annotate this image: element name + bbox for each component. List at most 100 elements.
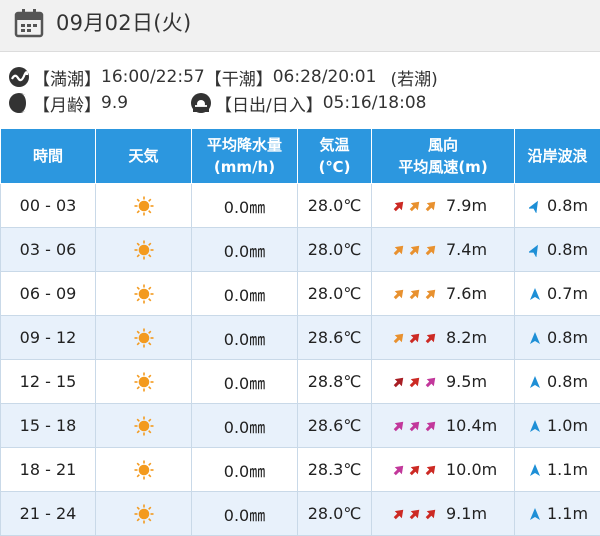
weather-cell xyxy=(96,316,192,360)
wind-direction-arrow-icon xyxy=(408,507,422,521)
header-weather: 天気 xyxy=(96,129,192,184)
moon-label: 【月齢】 xyxy=(33,91,101,116)
wave-height: 0.7m xyxy=(547,284,588,303)
wind-speed: 9.5m xyxy=(446,372,487,391)
wind-direction-arrow-icon xyxy=(408,199,422,213)
weather-cell xyxy=(96,184,192,228)
wave-height: 1.1m xyxy=(547,504,588,523)
header-rain: 平均降水量(mm/h) xyxy=(192,129,298,184)
time-cell: 21 - 24 xyxy=(1,492,96,536)
temp-cell: 28.0℃ xyxy=(298,272,372,316)
wind-direction-arrow-icon xyxy=(408,287,422,301)
temp-cell: 28.8℃ xyxy=(298,360,372,404)
wave-direction-icon xyxy=(529,507,541,521)
temp-cell: 28.3℃ xyxy=(298,448,372,492)
wind-direction-arrow-icon xyxy=(408,463,422,477)
wind-arrows xyxy=(392,199,438,213)
wind-arrows xyxy=(392,507,438,521)
temp-cell: 28.0℃ xyxy=(298,228,372,272)
wave-cell: 1.0m xyxy=(515,404,600,448)
low-tide-label: 【干潮】 xyxy=(205,65,273,90)
temp-cell: 28.0℃ xyxy=(298,492,372,536)
moon-age: 【月齢】 9.9 xyxy=(8,91,128,116)
wave-height: 1.1m xyxy=(547,460,588,479)
time-cell: 12 - 15 xyxy=(1,360,96,404)
wave-direction-icon xyxy=(529,419,541,433)
moon-icon xyxy=(8,92,30,114)
wave-cell: 0.8m xyxy=(515,184,600,228)
low-tide-value: 06:28/20:01 xyxy=(273,67,377,87)
rain-cell: 0.0㎜ xyxy=(192,360,298,404)
rain-cell: 0.0㎜ xyxy=(192,492,298,536)
wind-speed: 7.6m xyxy=(446,284,487,303)
sun-label: 【日出/日入】 xyxy=(215,91,323,116)
sunny-icon xyxy=(134,328,154,348)
wind-direction-arrow-icon xyxy=(408,243,422,257)
wind-direction-arrow-icon xyxy=(424,287,438,301)
sunny-icon xyxy=(134,372,154,392)
wind-speed: 8.2m xyxy=(446,328,487,347)
sunny-icon xyxy=(134,196,154,216)
wind-speed: 9.1m xyxy=(446,504,487,523)
wind-direction-arrow-icon xyxy=(424,243,438,257)
time-cell: 00 - 03 xyxy=(1,184,96,228)
wave-cell: 1.1m xyxy=(515,448,600,492)
wave-cell: 0.7m xyxy=(515,272,600,316)
wind-direction-arrow-icon xyxy=(424,331,438,345)
header-temp: 気温(℃) xyxy=(298,129,372,184)
wave-height: 0.8m xyxy=(547,328,588,347)
wave-direction-icon xyxy=(529,199,541,213)
sunrise-sunset: 【日出/日入】 05:16/18:08 xyxy=(190,91,426,116)
table-row: 15 - 180.0㎜28.6℃10.4m1.0m xyxy=(1,404,600,448)
wind-cell: 9.1m xyxy=(372,492,515,536)
full-tide-label: 【満潮】 xyxy=(33,65,101,90)
rain-cell: 0.0㎜ xyxy=(192,448,298,492)
time-cell: 03 - 06 xyxy=(1,228,96,272)
wind-direction-arrow-icon xyxy=(392,243,406,257)
table-row: 03 - 060.0㎜28.0℃7.4m0.8m xyxy=(1,228,600,272)
wave-height: 1.0m xyxy=(547,416,588,435)
wind-speed: 7.9m xyxy=(446,196,487,215)
time-cell: 06 - 09 xyxy=(1,272,96,316)
table-row: 00 - 030.0㎜28.0℃7.9m0.8m xyxy=(1,184,600,228)
wind-cell: 10.0m xyxy=(372,448,515,492)
header-time: 時間 xyxy=(1,129,96,184)
sunny-icon xyxy=(134,416,154,436)
table-header-row: 時間 天気 平均降水量(mm/h) 気温(℃) 風向平均風速(m) 沿岸波浪 xyxy=(1,129,600,184)
wave-cell: 0.8m xyxy=(515,228,600,272)
sunny-icon xyxy=(134,240,154,260)
rain-cell: 0.0㎜ xyxy=(192,228,298,272)
full-tide-value: 16:00/22:57 xyxy=(101,67,205,87)
wind-speed: 10.0m xyxy=(446,460,497,479)
wind-direction-arrow-icon xyxy=(392,463,406,477)
temp-cell: 28.6℃ xyxy=(298,316,372,360)
wind-direction-arrow-icon xyxy=(408,419,422,433)
wind-direction-arrow-icon xyxy=(424,375,438,389)
wind-direction-arrow-icon xyxy=(392,199,406,213)
wind-speed: 10.4m xyxy=(446,416,497,435)
weather-table: 時間 天気 平均降水量(mm/h) 気温(℃) 風向平均風速(m) 沿岸波浪 0… xyxy=(0,128,600,536)
wind-direction-arrow-icon xyxy=(392,331,406,345)
wave-direction-icon xyxy=(529,463,541,477)
wind-arrows xyxy=(392,331,438,345)
date-title: 09月02日(火) xyxy=(56,8,192,38)
wind-direction-arrow-icon xyxy=(408,375,422,389)
weather-cell xyxy=(96,448,192,492)
date-header: 09月02日(火) xyxy=(0,0,600,52)
rain-cell: 0.0㎜ xyxy=(192,272,298,316)
wind-arrows xyxy=(392,419,438,433)
tide-name: (若潮) xyxy=(390,65,437,90)
wind-cell: 9.5m xyxy=(372,360,515,404)
wave-direction-icon xyxy=(529,243,541,257)
weather-cell xyxy=(96,360,192,404)
wind-arrows xyxy=(392,243,438,257)
sunrise-icon xyxy=(190,92,212,114)
table-row: 18 - 210.0㎜28.3℃10.0m1.1m xyxy=(1,448,600,492)
wind-arrows xyxy=(392,463,438,477)
weather-cell xyxy=(96,404,192,448)
time-cell: 09 - 12 xyxy=(1,316,96,360)
wind-arrows xyxy=(392,287,438,301)
moon-value: 9.9 xyxy=(101,93,128,113)
table-row: 12 - 150.0㎜28.8℃9.5m0.8m xyxy=(1,360,600,404)
wind-direction-arrow-icon xyxy=(424,199,438,213)
